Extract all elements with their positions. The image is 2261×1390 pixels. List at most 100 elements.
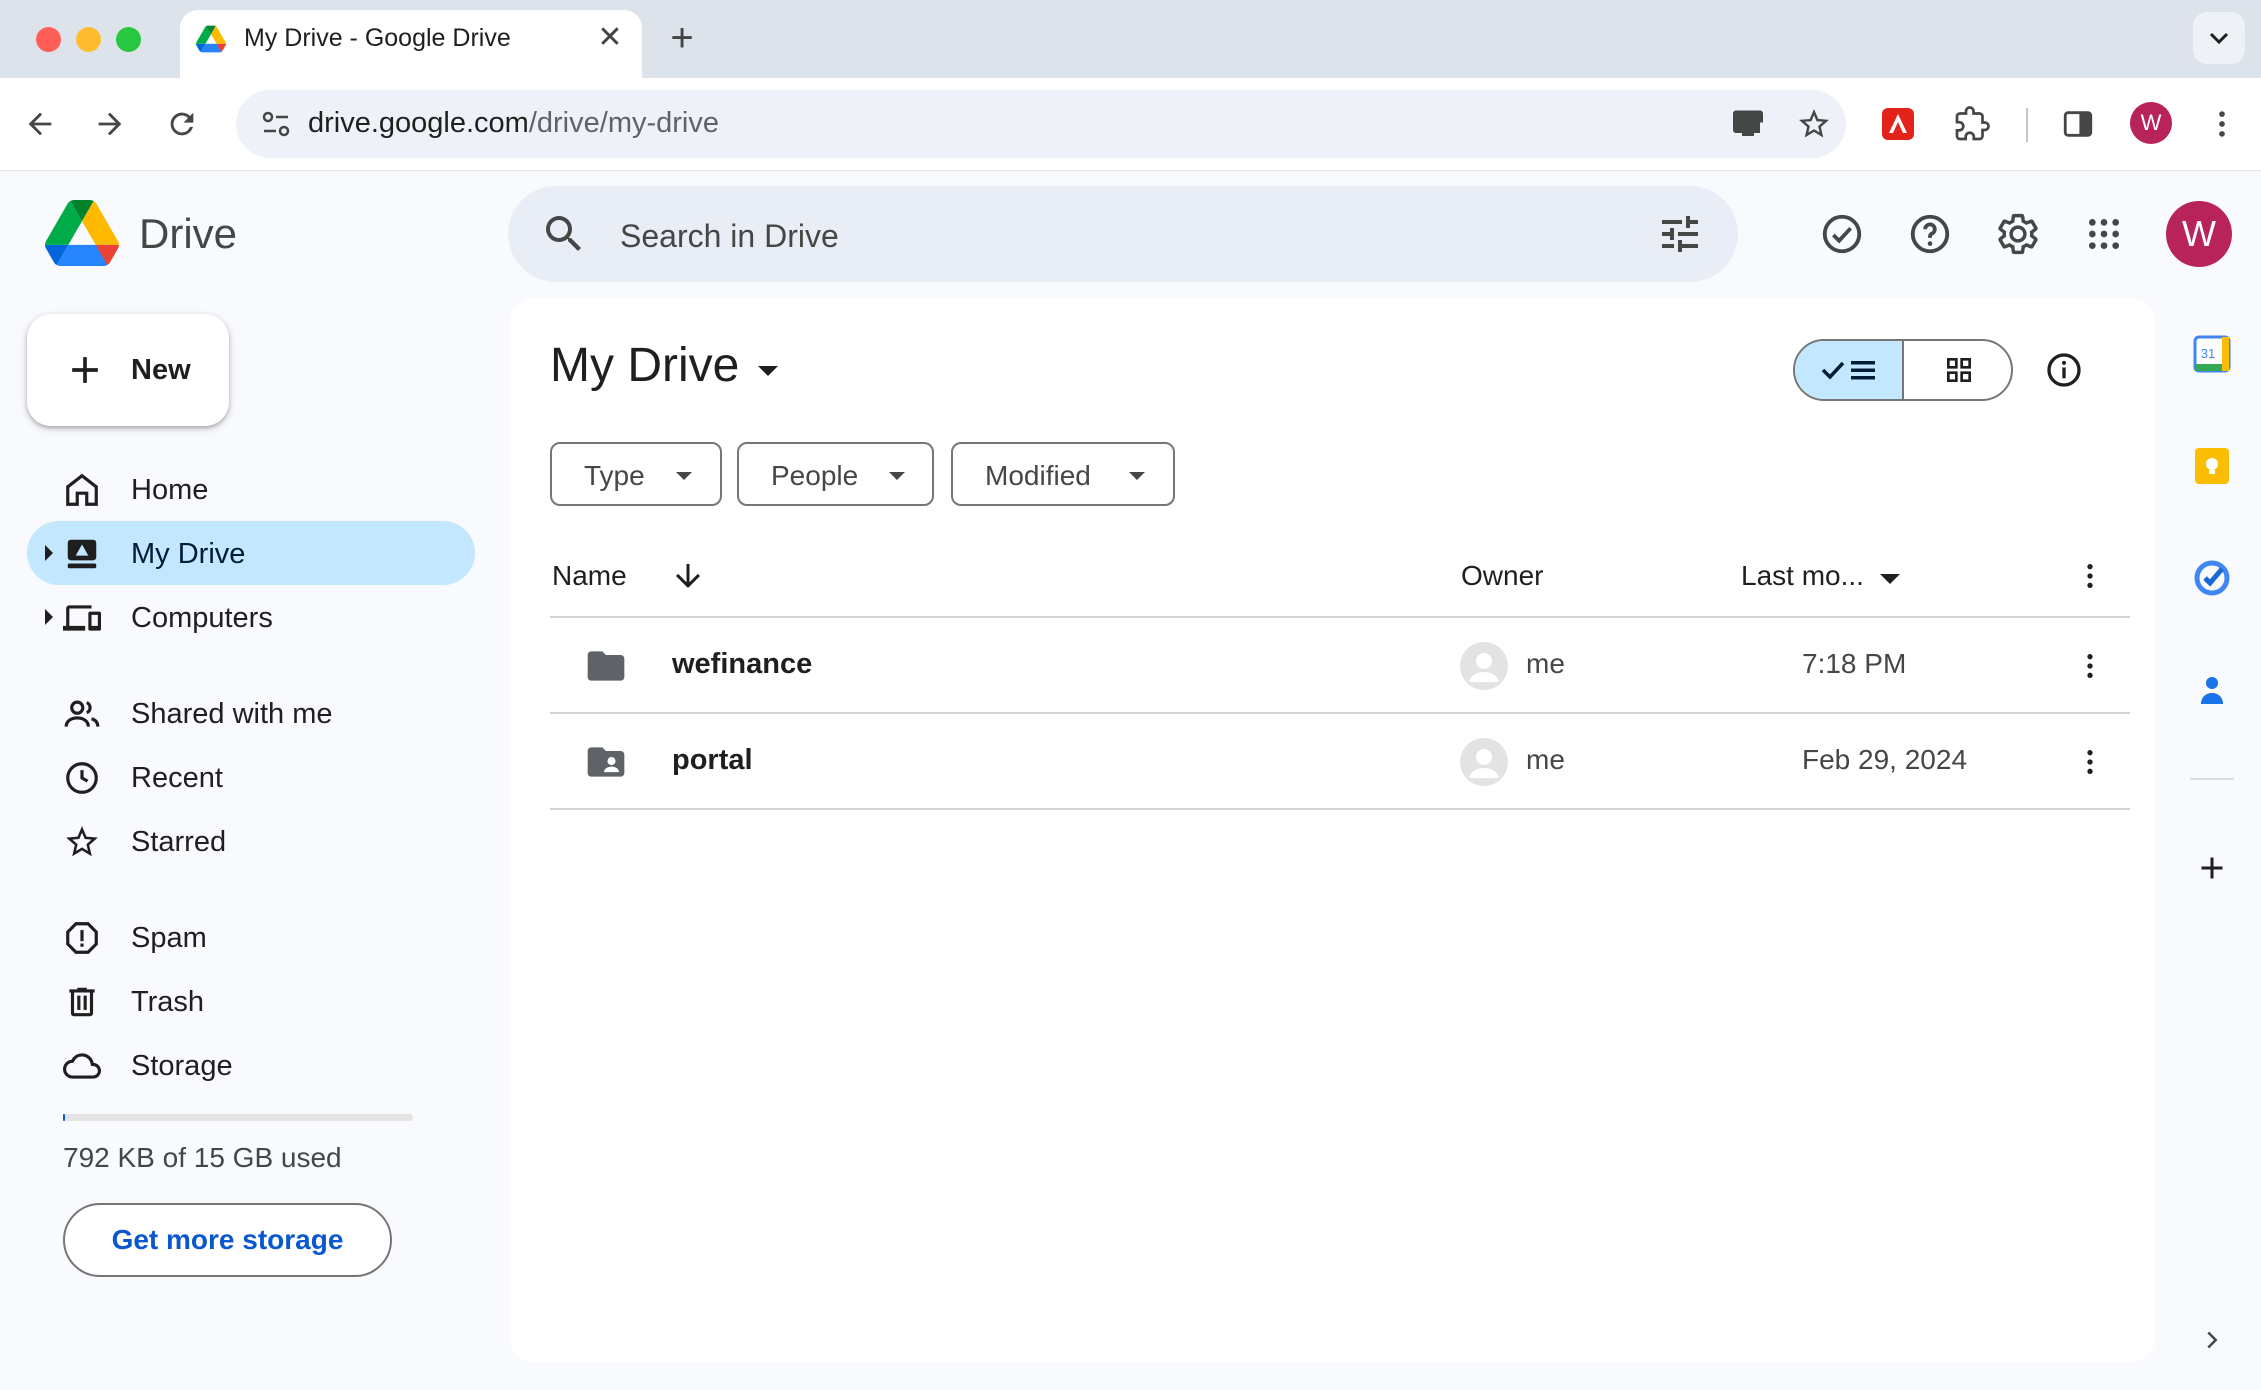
- owner-name: me: [1526, 744, 1565, 775]
- close-window-button[interactable]: [36, 27, 61, 52]
- back-button[interactable]: [16, 100, 64, 148]
- calendar-addon-button[interactable]: 31: [2190, 332, 2234, 376]
- search-input[interactable]: Search in Drive: [620, 218, 839, 255]
- my-drive-icon: [67, 539, 97, 569]
- search-icon[interactable]: [540, 210, 588, 258]
- table-row[interactable]: portal me Feb 29, 2024: [550, 714, 2130, 808]
- browser-profile-avatar[interactable]: W: [2130, 102, 2172, 144]
- keep-icon: [2195, 448, 2229, 484]
- sort-dropdown-icon[interactable]: [1880, 574, 1900, 584]
- site-info-icon[interactable]: [256, 104, 296, 144]
- get-addons-button[interactable]: [2190, 846, 2234, 890]
- grid-view-icon: [1946, 358, 1971, 382]
- star-icon: [66, 826, 98, 857]
- sidebar-item-label: Recent: [131, 762, 223, 794]
- apps-button[interactable]: [2078, 208, 2130, 260]
- app-name[interactable]: Drive: [139, 210, 237, 258]
- column-header-last-modified[interactable]: Last mo...: [1741, 560, 1864, 592]
- new-button[interactable]: New: [27, 314, 229, 426]
- column-header-name[interactable]: Name: [552, 560, 627, 592]
- folder-icon: [587, 651, 625, 681]
- home-icon: [66, 473, 98, 506]
- sidebar-item-shared-with-me[interactable]: Shared with me: [27, 681, 475, 745]
- forward-button[interactable]: [86, 100, 134, 148]
- minimize-window-button[interactable]: [76, 27, 101, 52]
- url-host: drive.google.com: [308, 107, 529, 139]
- sidebar-item-computers[interactable]: Computers: [27, 585, 475, 649]
- bookmark-button[interactable]: [1792, 102, 1836, 146]
- browser-menu-button[interactable]: [2198, 100, 2246, 148]
- keep-addon-button[interactable]: [2190, 444, 2234, 488]
- tab-close-icon[interactable]: ✕: [594, 22, 626, 54]
- support-button[interactable]: [1904, 208, 1956, 260]
- contacts-icon: [2201, 677, 2223, 704]
- star-outline-icon: [1799, 109, 1829, 138]
- grid-layout-button[interactable]: [1904, 341, 2011, 399]
- people-icon: [64, 700, 100, 727]
- layout-toggle: [1793, 339, 2013, 401]
- computers-icon: [63, 605, 101, 631]
- search-options-icon[interactable]: [1656, 210, 1704, 258]
- tasks-icon: [2194, 560, 2230, 596]
- new-tab-button[interactable]: +: [662, 18, 702, 58]
- sidebar-item-trash[interactable]: Trash: [27, 969, 475, 1033]
- list-layout-button[interactable]: [1795, 341, 1904, 399]
- settings-button[interactable]: [1992, 208, 2044, 260]
- browser-tabstrip: My Drive - Google Drive ✕ +: [0, 0, 2261, 78]
- drive-logo-icon[interactable]: [44, 200, 120, 266]
- puzzle-icon: [1955, 106, 1990, 141]
- side-panel-button[interactable]: [2054, 100, 2102, 148]
- row-actions-button[interactable]: [2070, 742, 2110, 782]
- contacts-addon-button[interactable]: [2190, 668, 2234, 712]
- storage-usage-bar: [63, 1114, 413, 1121]
- column-options-button[interactable]: [2070, 556, 2110, 596]
- filter-people-chip[interactable]: People: [737, 442, 934, 506]
- chip-label: Modified: [985, 460, 1091, 491]
- tab-search-button[interactable]: [2193, 12, 2245, 64]
- sidebar-item-home[interactable]: Home: [27, 457, 475, 521]
- filter-modified-chip[interactable]: Modified: [951, 442, 1175, 506]
- page-title[interactable]: My Drive: [550, 338, 739, 393]
- acrobat-extension-button[interactable]: [1874, 100, 1922, 148]
- sidebar-item-my-drive[interactable]: My Drive: [27, 521, 475, 585]
- sort-arrow-down-icon[interactable]: [670, 558, 706, 594]
- sidebar-item-spam[interactable]: Spam: [27, 905, 475, 969]
- ready-for-offline-button[interactable]: [1816, 208, 1868, 260]
- search-bar[interactable]: Search in Drive: [508, 186, 1738, 282]
- row-actions-button[interactable]: [2070, 646, 2110, 686]
- person-icon: [1469, 653, 1499, 682]
- sidebar-item-starred[interactable]: Starred: [27, 809, 475, 873]
- reload-button[interactable]: [158, 100, 206, 148]
- install-app-button[interactable]: [1726, 102, 1770, 146]
- table-row[interactable]: wefinance me 7:18 PM: [550, 618, 2130, 712]
- info-icon: [2047, 353, 2081, 387]
- browser-tab[interactable]: My Drive - Google Drive ✕: [180, 10, 642, 78]
- file-name: portal: [672, 744, 753, 776]
- account-avatar[interactable]: W: [2166, 201, 2232, 267]
- more-vert-icon: [2219, 111, 2225, 137]
- install-icon: [1733, 110, 1763, 136]
- person-icon: [1469, 749, 1499, 778]
- owner-name: me: [1526, 648, 1565, 679]
- gear-icon: [1998, 213, 2038, 255]
- expand-caret-icon[interactable]: [45, 545, 53, 561]
- title-dropdown-icon[interactable]: [758, 366, 778, 376]
- filter-type-chip[interactable]: Type: [550, 442, 722, 506]
- shared-folder-icon: [587, 747, 625, 777]
- sidebar-item-recent[interactable]: Recent: [27, 745, 475, 809]
- extensions-button[interactable]: [1948, 100, 1996, 148]
- address-bar[interactable]: drive.google.com/drive/my-drive: [236, 90, 1846, 158]
- more-vert-icon: [2087, 654, 2093, 678]
- side-panel-icon: [2063, 111, 2093, 137]
- tasks-addon-button[interactable]: [2190, 556, 2234, 600]
- svg-text:31: 31: [2201, 346, 2215, 361]
- expand-caret-icon[interactable]: [45, 609, 53, 625]
- hide-side-panel-button[interactable]: [2190, 1318, 2234, 1362]
- get-more-storage-button[interactable]: Get more storage: [63, 1203, 392, 1277]
- details-button[interactable]: [2038, 344, 2090, 396]
- sidebar-item-storage[interactable]: Storage: [27, 1033, 475, 1097]
- maximize-window-button[interactable]: [116, 27, 141, 52]
- storage-usage-fill: [63, 1114, 66, 1121]
- column-header-owner[interactable]: Owner: [1461, 560, 1543, 592]
- plus-icon: [72, 357, 98, 383]
